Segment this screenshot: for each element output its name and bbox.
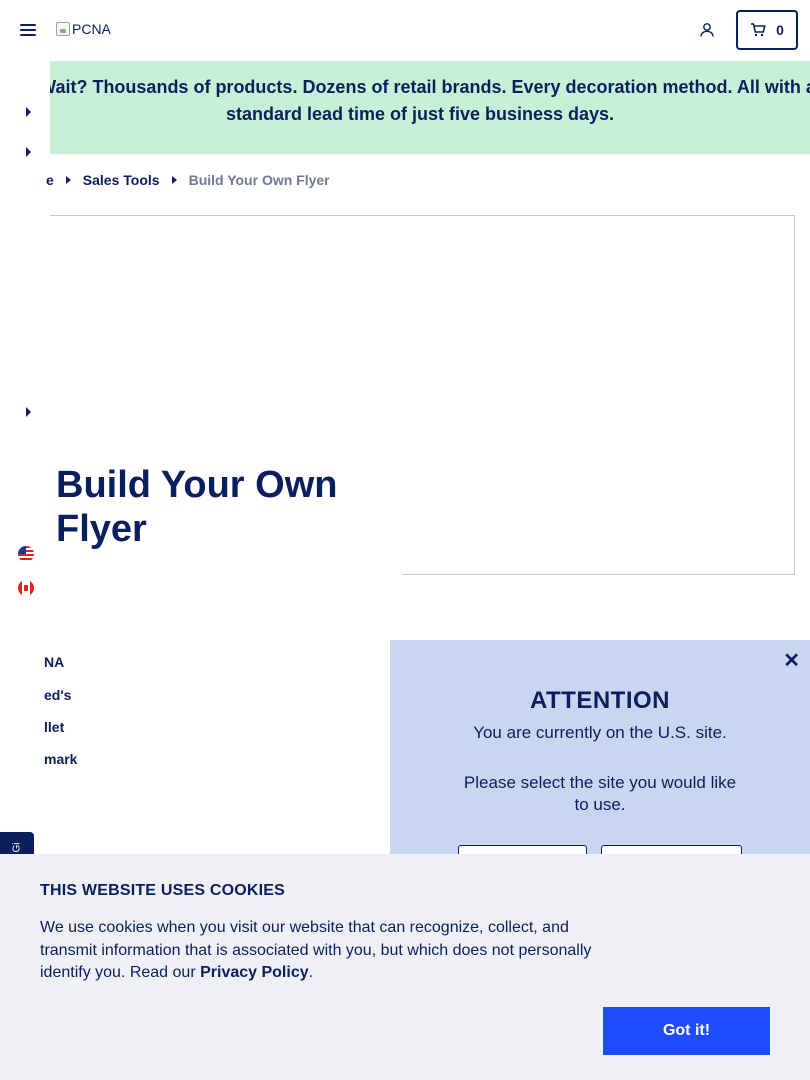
breadcrumb-sales-tools[interactable]: Sales Tools <box>83 172 160 188</box>
brand-link[interactable]: mark <box>44 751 77 767</box>
cookie-body: We use cookies when you visit our websit… <box>40 919 592 981</box>
promo-banner: y Wait? Thousands of products. Dozens of… <box>50 61 810 154</box>
site-header: PCNA 0 <box>0 0 810 61</box>
site-logo[interactable]: PCNA <box>56 21 111 37</box>
caret-right-icon <box>65 176 71 184</box>
modal-title: ATTENTION <box>529 687 671 714</box>
promo-text: y Wait? Thousands of products. Dozens of… <box>50 77 810 124</box>
breadcrumb-home[interactable]: e <box>46 172 54 188</box>
modal-current-site: You are currently on the U.S. site. <box>473 723 727 742</box>
menu-icon[interactable] <box>20 24 36 36</box>
cart-icon <box>751 23 766 37</box>
cart-button[interactable]: 0 <box>736 10 798 50</box>
account-icon[interactable] <box>699 22 715 38</box>
modal-prompt: Please select the site you would like to… <box>463 773 737 814</box>
us-flag-icon[interactable] <box>18 546 34 562</box>
broken-image-icon <box>56 22 70 36</box>
cookie-title: THIS WEBSITE USES COOKIES <box>40 882 286 899</box>
cookie-period: . <box>308 964 314 981</box>
canada-flag-icon[interactable] <box>18 580 34 596</box>
breadcrumb-current: Build Your Own Flyer <box>188 172 330 188</box>
brand-link[interactable]: ed's <box>44 687 71 703</box>
brand-link[interactable]: NA <box>44 654 64 670</box>
page-title: Build Your Own Flyer <box>56 464 338 550</box>
close-icon[interactable]: ✕ <box>783 648 800 673</box>
caret-right-icon <box>171 176 177 184</box>
accept-cookies-button[interactable]: Got it! <box>603 1007 770 1055</box>
rail-expand-icon[interactable] <box>26 147 31 157</box>
side-tab-label: Gi <box>11 842 23 853</box>
brand-link[interactable]: llet <box>44 719 64 735</box>
rail-expand-icon[interactable] <box>26 407 31 417</box>
rail-expand-icon[interactable] <box>26 107 31 117</box>
breadcrumb: e Sales Tools Build Your Own Flyer <box>46 172 330 188</box>
cookie-banner: THIS WEBSITE USES COOKIES We use cookies… <box>0 854 810 1080</box>
cookie-text: We use cookies when you visit our websit… <box>40 917 600 985</box>
cart-count: 0 <box>776 22 784 38</box>
logo-alt-text: PCNA <box>72 21 111 37</box>
privacy-policy-link[interactable]: Privacy Policy <box>200 964 309 981</box>
